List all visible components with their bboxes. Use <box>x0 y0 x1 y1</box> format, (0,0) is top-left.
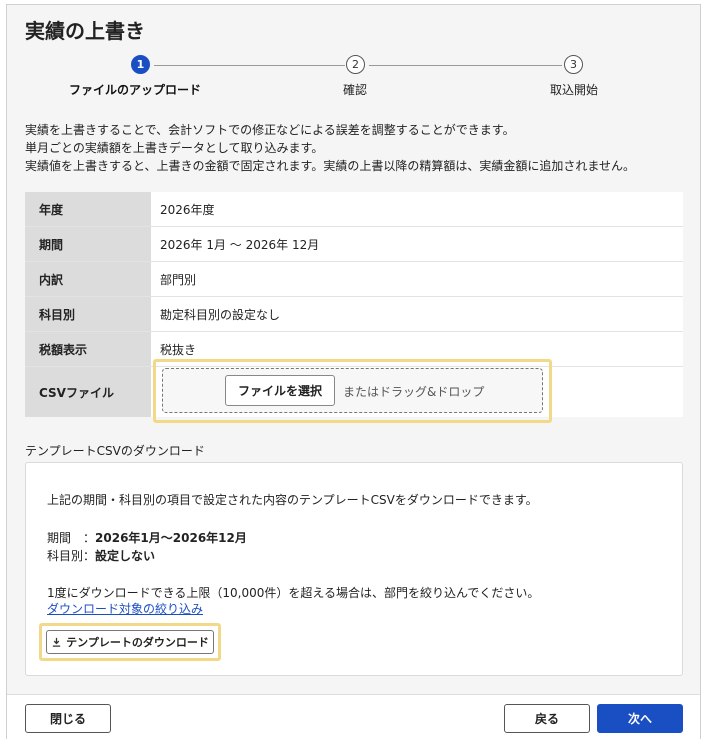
download-button-highlight: テンプレートのダウンロード <box>39 623 221 661</box>
step-3-circle: 3 <box>564 55 583 74</box>
description-line: 実績を上書きすることで、会計ソフトでの修正などによる誤差を調整することができます… <box>25 123 515 137</box>
close-button[interactable]: 閉じる <box>25 704 111 733</box>
form-value: 勘定科目別の設定なし <box>151 297 683 331</box>
dialog-title: 実績の上書き <box>25 19 145 43</box>
overwrite-dialog: 実績の上書き 1 2 3 ファイルのアップロード 確認 取込開始 実績を上書きす… <box>6 4 701 739</box>
form-label: 期間 <box>25 227 151 261</box>
step-2-label: 確認 <box>343 83 368 97</box>
back-button[interactable]: 戻る <box>504 704 590 733</box>
description-line: 単月ごとの実績額を上書きデータとして取り込みます。 <box>25 141 324 155</box>
step-1-circle: 1 <box>131 55 150 74</box>
form-row-account: 科目別 勘定科目別の設定なし <box>25 297 683 332</box>
template-period: 期間 ：2026年1月〜2026年12月 <box>47 529 247 546</box>
form-value: 部門別 <box>151 262 683 296</box>
step-3-label: 取込開始 <box>550 83 599 97</box>
template-intro: 上記の期間・科目別の項目で設定された内容のテンプレートCSVをダウンロードできま… <box>47 493 538 507</box>
template-period-value: 2026年1月〜2026年12月 <box>95 531 247 545</box>
csv-dropzone[interactable]: ファイルを選択 またはドラッグ&ドロップ <box>162 368 543 413</box>
dialog-footer: 閉じる 戻る 次へ <box>7 694 700 739</box>
settings-form: 年度 2026年度 期間 2026年 1月 〜 2026年 12月 内訳 部門別… <box>25 192 683 423</box>
next-button[interactable]: 次へ <box>597 704 683 733</box>
form-row-breakdown: 内訳 部門別 <box>25 262 683 297</box>
form-row-csv: CSVファイル ファイルを選択 またはドラッグ&ドロップ <box>25 359 683 423</box>
form-value: 2026年度 <box>151 192 683 226</box>
template-period-label: 期間 ： <box>47 531 96 545</box>
template-panel: 上記の期間・科目別の項目で設定された内容のテンプレートCSVをダウンロードできま… <box>25 462 683 676</box>
description: 実績を上書きすることで、会計ソフトでの修正などによる誤差を調整することができます… <box>25 121 635 175</box>
step-2-circle: 2 <box>346 55 365 74</box>
download-icon <box>52 637 61 647</box>
drop-hint: またはドラッグ&ドロップ <box>343 385 485 399</box>
template-section-title: テンプレートCSVのダウンロード <box>25 444 205 458</box>
form-row-year: 年度 2026年度 <box>25 192 683 227</box>
template-account-label: 科目別： <box>47 549 96 563</box>
template-download-label: テンプレートのダウンロード <box>66 636 209 649</box>
form-label: 内訳 <box>25 262 151 296</box>
csv-value-cell: ファイルを選択 またはドラッグ&ドロップ <box>151 359 683 423</box>
description-line: 実績値を上書きすると、上書きの金額で固定されます。実績の上書以降の精算額は、実績… <box>25 159 635 173</box>
form-value: 2026年 1月 〜 2026年 12月 <box>151 227 683 261</box>
step-1-label: ファイルのアップロード <box>69 83 202 97</box>
form-label: 年度 <box>25 192 151 226</box>
select-file-button[interactable]: ファイルを選択 <box>225 375 335 406</box>
form-label: CSVファイル <box>25 367 151 417</box>
form-label: 税額表示 <box>25 332 151 366</box>
step-connector-1 <box>154 65 345 66</box>
template-limit-note: 1度にダウンロードできる上限（10,000件）を超える場合は、部門を絞り込んでく… <box>47 586 540 600</box>
dropzone-highlight: ファイルを選択 またはドラッグ&ドロップ <box>153 359 552 423</box>
template-account-value: 設定しない <box>95 549 156 563</box>
template-download-button[interactable]: テンプレートのダウンロード <box>46 630 214 654</box>
step-connector-2 <box>369 65 562 66</box>
form-row-period: 期間 2026年 1月 〜 2026年 12月 <box>25 227 683 262</box>
form-label: 科目別 <box>25 297 151 331</box>
download-filter-link[interactable]: ダウンロード対象の絞り込み <box>47 600 203 617</box>
template-account: 科目別：設定しない <box>47 547 155 564</box>
